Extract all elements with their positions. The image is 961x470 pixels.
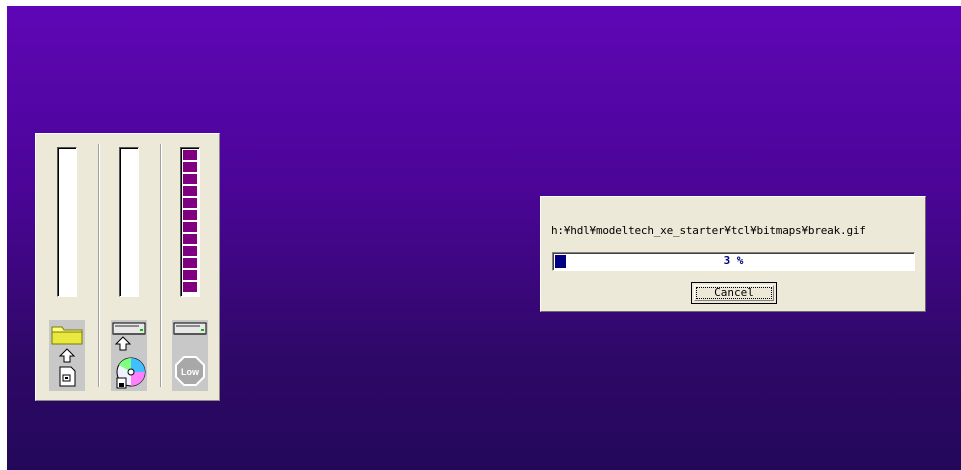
desktop-background: Low h:¥hdl¥modeltech_xe_starter¥tcl¥bitm… <box>7 6 961 470</box>
gauge-1 <box>57 147 77 297</box>
gauge-2 <box>119 147 139 297</box>
progress-bar: 3 % <box>552 252 915 271</box>
drive-icon <box>173 322 207 335</box>
up-arrow-icon <box>114 336 132 351</box>
up-arrow-icon <box>58 348 76 363</box>
drive-icon <box>112 322 146 335</box>
stop-sign-icon: Low <box>175 356 205 386</box>
cancel-button[interactable]: Cancel <box>691 282 777 304</box>
file-path-label: h:¥hdl¥modeltech_xe_starter¥tcl¥bitmaps¥… <box>551 224 866 237</box>
icon-column-3: Low <box>172 320 208 391</box>
document-icon <box>59 366 76 387</box>
cancel-button-label: Cancel <box>696 287 772 299</box>
progress-dialog: h:¥hdl¥modeltech_xe_starter¥tcl¥bitmaps¥… <box>540 196 926 312</box>
low-label: Low <box>181 367 200 377</box>
meter-panel: Low <box>35 133 220 401</box>
gauge-3 <box>180 147 200 297</box>
divider <box>98 144 100 387</box>
icon-column-1 <box>49 320 85 391</box>
folder-icon <box>51 326 83 345</box>
divider <box>160 144 162 387</box>
cd-icon <box>116 357 146 389</box>
icon-column-2 <box>111 320 147 391</box>
progress-percent-label: 3 % <box>723 254 744 267</box>
gauge-3-fill <box>183 150 197 294</box>
